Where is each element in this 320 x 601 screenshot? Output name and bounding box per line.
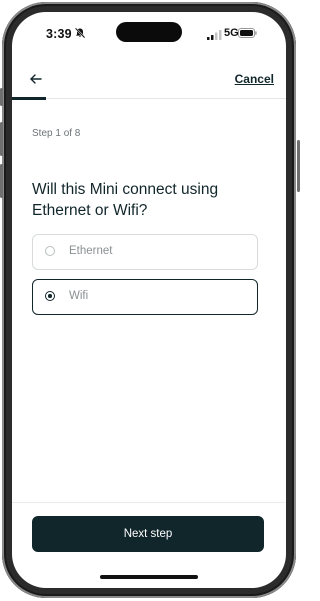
question-title: Will this Mini connect using Ethernet or… xyxy=(32,181,219,219)
signal-icon xyxy=(207,30,222,40)
volume-up-button xyxy=(0,122,3,156)
network-type: 5G xyxy=(224,27,239,39)
status-bar: 3:39 5G xyxy=(12,12,286,56)
arrow-left-icon[interactable] xyxy=(28,71,44,87)
footer-divider xyxy=(12,502,286,503)
volume-down-button xyxy=(0,164,3,198)
option-ethernet[interactable]: Ethernet xyxy=(32,234,258,270)
dynamic-island xyxy=(116,22,182,42)
home-indicator xyxy=(100,575,198,579)
progress-track xyxy=(12,98,286,99)
option-wifi[interactable]: Wifi xyxy=(32,279,258,315)
option-wifi-label: Wifi xyxy=(69,290,89,302)
step-indicator: Step 1 of 8 xyxy=(32,128,81,139)
radio-ethernet[interactable] xyxy=(45,246,55,256)
option-ethernet-label: Ethernet xyxy=(69,245,113,257)
top-nav: Cancel xyxy=(12,62,286,100)
next-step-label: Next step xyxy=(123,528,173,540)
progress-fill xyxy=(12,97,47,100)
radio-wifi[interactable] xyxy=(45,291,55,301)
power-button xyxy=(297,140,300,192)
battery-icon xyxy=(238,28,257,38)
bell-muted-icon xyxy=(74,27,86,39)
status-time: 3:39 xyxy=(46,27,72,41)
cancel-link[interactable]: Cancel xyxy=(235,72,274,86)
mute-switch xyxy=(0,88,3,106)
next-step-button[interactable]: Next step xyxy=(32,516,264,552)
app-screen: 3:39 5G Cancel Step 1 of 8 Will this Min… xyxy=(12,12,286,588)
